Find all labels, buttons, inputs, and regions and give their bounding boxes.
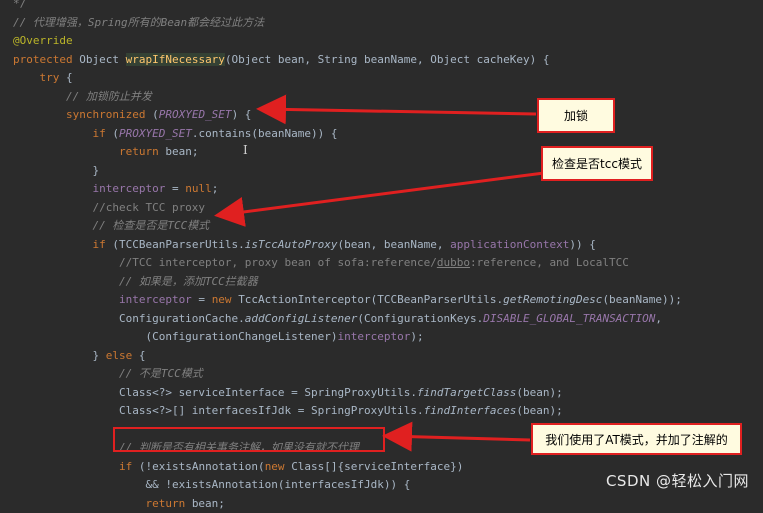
watermark: CSDN @轻松入门网 [605,472,749,490]
callout-at-mode: 我们使用了AT模式，并加了注解的 [531,423,742,455]
arrow-to-tcc-comment [214,171,545,227]
arrow-to-synchronized [256,94,537,125]
callout-tcc-check: 检查是否tcc模式 [541,146,653,181]
arrow-to-annotation-comment [382,421,531,452]
callout-lock: 加锁 [537,98,615,133]
